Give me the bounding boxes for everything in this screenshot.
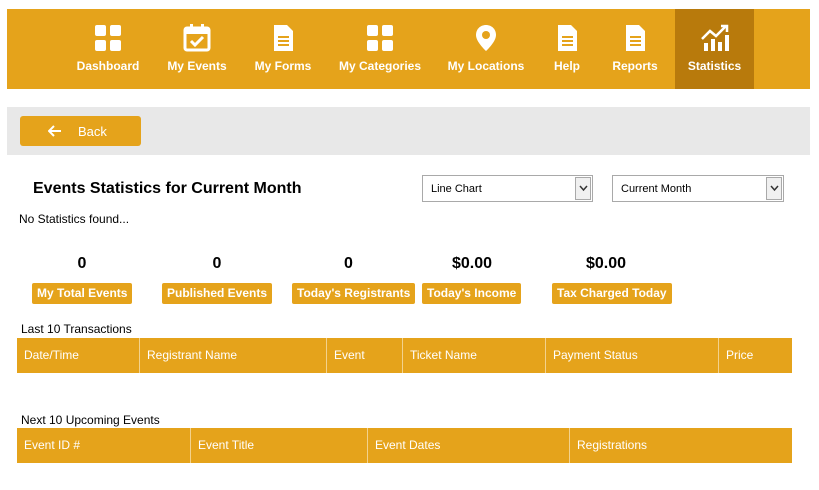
back-bar: Back	[7, 107, 810, 155]
stat-value: 0	[344, 255, 353, 272]
nav-item-dashboard[interactable]: Dashboard	[69, 9, 147, 89]
stat-badge: Today's Income	[422, 283, 522, 304]
nav-label: My Categories	[338, 59, 422, 73]
document-icon	[274, 25, 293, 51]
arrow-left-icon	[48, 125, 61, 137]
nav-item-my-categories[interactable]: My Categories	[336, 9, 424, 89]
map-pin-icon	[476, 25, 496, 51]
stat-badge: Published Events	[162, 283, 273, 304]
transactions-table-header: Date/Time Registrant Name Event Ticket N…	[17, 338, 792, 373]
transactions-heading: Last 10 Transactions	[21, 322, 132, 336]
nav-item-my-locations[interactable]: My Locations	[447, 9, 525, 89]
chart-type-value: Line Chart	[431, 183, 482, 195]
chart-trend-icon	[700, 24, 729, 51]
column-header[interactable]: Event Title	[191, 428, 368, 463]
period-select[interactable]: Current Month	[612, 175, 784, 202]
nav-item-my-forms[interactable]: My Forms	[251, 9, 315, 89]
stat-value: 0	[212, 255, 222, 272]
column-header[interactable]: Event Dates	[368, 428, 570, 463]
chevron-down-icon	[575, 177, 591, 200]
nav-item-my-events[interactable]: My Events	[163, 9, 231, 89]
stat-badge: My Total Events	[32, 283, 133, 304]
nav-label: My Events	[167, 59, 227, 73]
nav-item-help[interactable]: Help	[547, 9, 587, 89]
stat-value: $0.00	[451, 255, 493, 272]
nav-item-reports[interactable]: Reports	[607, 9, 663, 89]
nav-label: Statistics	[687, 59, 742, 73]
nav-label: My Forms	[254, 59, 312, 73]
top-navigation: Dashboard My Events My Forms My Categori…	[7, 9, 810, 89]
stat-value: 0	[77, 255, 87, 272]
column-header[interactable]: Event ID #	[17, 428, 191, 463]
page-title: Events Statistics for Current Month	[33, 180, 302, 197]
document-icon	[558, 25, 577, 51]
nav-label: Help	[553, 59, 580, 73]
document-icon	[626, 25, 645, 51]
nav-label: Dashboard	[76, 59, 140, 73]
column-header[interactable]: Payment Status	[546, 338, 719, 373]
column-header[interactable]: Registrations	[570, 428, 792, 463]
stat-value: $0.00	[585, 255, 627, 272]
column-header[interactable]: Date/Time	[17, 338, 140, 373]
nav-item-statistics[interactable]: Statistics	[675, 9, 754, 89]
no-statistics-message: No Statistics found...	[19, 212, 130, 226]
dashboard-grid-icon	[95, 25, 121, 51]
nav-label: Reports	[612, 59, 658, 73]
chart-type-select[interactable]: Line Chart	[422, 175, 593, 202]
column-header[interactable]: Price	[719, 338, 792, 373]
back-button-label: Back	[78, 124, 107, 139]
period-value: Current Month	[621, 183, 692, 195]
upcoming-table-header: Event ID # Event Title Event Dates Regis…	[17, 428, 792, 463]
column-header[interactable]: Event	[327, 338, 403, 373]
categories-grid-icon	[367, 25, 393, 51]
nav-label: My Locations	[447, 59, 525, 73]
upcoming-heading: Next 10 Upcoming Events	[21, 413, 160, 427]
calendar-check-icon	[183, 24, 211, 52]
stat-badge: Today's Registrants	[292, 283, 416, 304]
chevron-down-icon	[766, 177, 782, 200]
column-header[interactable]: Registrant Name	[140, 338, 327, 373]
stat-badge: Tax Charged Today	[552, 283, 672, 304]
back-button[interactable]: Back	[20, 116, 141, 146]
column-header[interactable]: Ticket Name	[403, 338, 546, 373]
